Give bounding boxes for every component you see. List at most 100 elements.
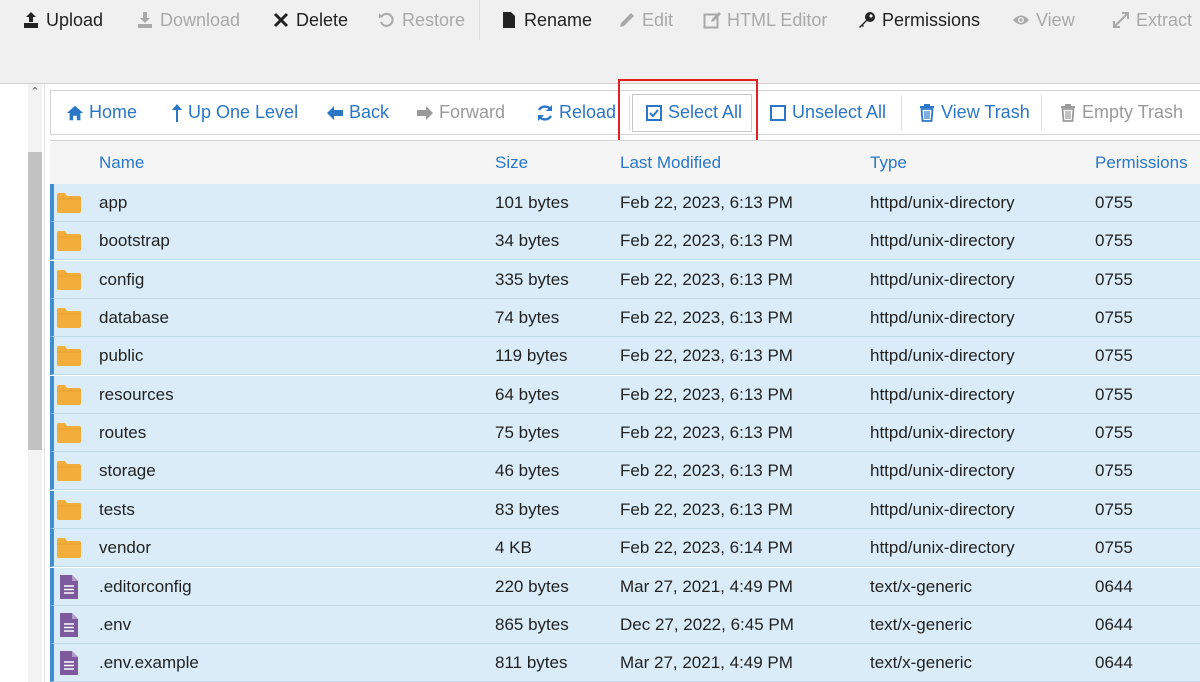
cell-name: app [99, 193, 128, 212]
cell-type: text/x-generic [870, 614, 973, 634]
main-toolbar: Upload Download Delete Restore Rename Ed… [0, 0, 1200, 84]
column-header-type[interactable]: Type [870, 141, 907, 184]
cell-type: text/x-generic [870, 576, 973, 596]
edit-button[interactable]: Edit [618, 0, 673, 40]
cell-permissions: 0644 [1095, 614, 1133, 634]
file-text-icon [58, 650, 84, 676]
arrow-up-icon [171, 103, 183, 122]
edit-square-icon [703, 11, 721, 29]
cell-last-modified: Feb 22, 2023, 6:13 PM [620, 499, 793, 519]
table-row[interactable]: .env 865 bytes Dec 27, 2022, 6:45 PM text/x… [50, 605, 1200, 644]
cell-size: 119 bytes [495, 346, 568, 366]
table-row[interactable]: config 335 bytes Feb 22, 2023, 6:13 PM http… [50, 260, 1200, 299]
home-button[interactable]: Home [66, 91, 137, 134]
cell-size: 4 KB [495, 538, 532, 558]
unselect-all-label: Unselect All [792, 102, 887, 122]
cell-last-modified: Dec 27, 2022, 6:45 PM [620, 614, 794, 634]
cell-last-modified: Feb 22, 2023, 6:13 PM [620, 308, 793, 328]
scroll-up-icon[interactable]: ⌃ [29, 86, 41, 98]
forward-button[interactable]: Forward [416, 91, 505, 134]
cell-permissions: 0755 [1095, 384, 1133, 404]
back-button[interactable]: Back [326, 91, 389, 134]
upload-icon [22, 11, 40, 29]
column-header-name[interactable]: Name [99, 141, 144, 184]
home-icon [66, 104, 84, 122]
unselect-all-button[interactable]: Unselect All [769, 91, 886, 134]
html-editor-button[interactable]: HTML Editor [703, 0, 827, 40]
cell-size: 220 bytes [495, 576, 569, 596]
cell-size: 101 bytes [495, 193, 569, 212]
table-row[interactable]: bootstrap 34 bytes Feb 22, 2023, 6:13 PM ht… [50, 222, 1200, 261]
folder-icon [56, 345, 82, 367]
folder-icon [56, 307, 82, 329]
cell-type: httpd/unix-directory [870, 193, 1015, 212]
cell-size: 46 bytes [495, 461, 560, 481]
expand-icon [1112, 11, 1130, 29]
column-header-size[interactable]: Size [495, 141, 528, 184]
cell-type: httpd/unix-directory [870, 384, 1015, 404]
table-row[interactable]: public 119 bytes Feb 22, 2023, 6:13 PM http… [50, 337, 1200, 376]
permissions-button[interactable]: Permissions [858, 0, 980, 40]
cell-size: 34 bytes [495, 231, 560, 251]
table-row[interactable]: tests 83 bytes Feb 22, 2023, 6:13 PM httpd/… [50, 490, 1200, 529]
extract-button[interactable]: Extract [1112, 0, 1192, 40]
edit-label: Edit [642, 10, 674, 30]
cell-permissions: 0755 [1095, 423, 1133, 443]
cell-last-modified: Feb 22, 2023, 6:13 PM [620, 193, 793, 212]
rename-label: Rename [524, 10, 593, 30]
eye-icon [1012, 11, 1030, 29]
folder-icon [56, 422, 82, 444]
cell-name: .editorconfig [99, 576, 192, 596]
table-row[interactable]: .editorconfig 220 bytes Mar 27, 2021, 4:49… [50, 567, 1200, 606]
folder-icon [56, 230, 82, 252]
folder-icon [56, 460, 82, 482]
reload-button[interactable]: Reload [536, 91, 616, 134]
cell-permissions: 0755 [1095, 193, 1133, 212]
download-icon [136, 11, 154, 29]
table-header: Name Size Last Modified Type Permissions [50, 140, 1200, 185]
cell-last-modified: Feb 22, 2023, 6:13 PM [620, 269, 793, 289]
restore-icon [378, 11, 396, 29]
cell-size: 335 bytes [495, 269, 569, 289]
view-trash-button[interactable]: View Trash [918, 91, 1030, 134]
empty-trash-button[interactable]: Empty Trash [1059, 91, 1183, 134]
arrow-left-icon [326, 104, 344, 122]
cell-name: routes [99, 423, 147, 443]
download-button[interactable]: Download [136, 0, 240, 40]
cell-name: vendor [99, 538, 151, 558]
table-row[interactable]: storage 46 bytes Feb 22, 2023, 6:13 PM http… [50, 452, 1200, 491]
view-button[interactable]: View [1012, 0, 1075, 40]
upload-button[interactable]: Upload [22, 0, 103, 40]
restore-button[interactable]: Restore [378, 0, 465, 40]
cell-name: database [99, 308, 169, 328]
cell-permissions: 0644 [1095, 576, 1133, 596]
view-trash-label: View Trash [941, 102, 1030, 122]
table-row[interactable]: vendor 4 KB Feb 22, 2023, 6:14 PM httpd/uni… [50, 529, 1200, 568]
table-row[interactable]: resources 64 bytes Feb 22, 2023, 6:13 PM ht… [50, 375, 1200, 414]
cell-type: httpd/unix-directory [870, 499, 1015, 519]
folder-icon [56, 537, 82, 559]
column-header-permissions[interactable]: Permissions [1095, 141, 1188, 184]
file-text-icon [58, 612, 84, 637]
cell-last-modified: Mar 27, 2021, 4:49 PM [620, 576, 793, 596]
scrollbar-thumb[interactable] [28, 152, 42, 450]
table-row[interactable]: app 101 bytes Feb 22, 2023, 6:13 PM httpd/u… [50, 184, 1200, 222]
cell-name: storage [99, 461, 156, 481]
table-row[interactable]: .env.example 811 bytes Mar 27, 2021, 4:49 … [50, 644, 1200, 682]
table-row[interactable]: routes 75 bytes Feb 22, 2023, 6:13 PM httpd… [50, 414, 1200, 453]
cell-name: public [99, 346, 144, 366]
cell-type: httpd/unix-directory [870, 423, 1015, 443]
cell-type: text/x-generic [870, 653, 973, 673]
column-header-last-modified[interactable]: Last Modified [620, 141, 721, 184]
folder-icon [56, 384, 82, 406]
pencil-icon [618, 11, 636, 29]
delete-button[interactable]: Delete [272, 0, 348, 40]
view-label: View [1036, 10, 1075, 30]
toolbar-divider [479, 0, 480, 40]
rename-button[interactable]: Rename [500, 0, 592, 40]
cell-permissions: 0755 [1095, 499, 1133, 519]
cell-type: httpd/unix-directory [870, 461, 1015, 481]
file-text-icon [58, 574, 84, 599]
up-one-level-button[interactable]: Up One Level [171, 91, 298, 134]
table-row[interactable]: database 74 bytes Feb 22, 2023, 6:13 PM htt… [50, 299, 1200, 338]
